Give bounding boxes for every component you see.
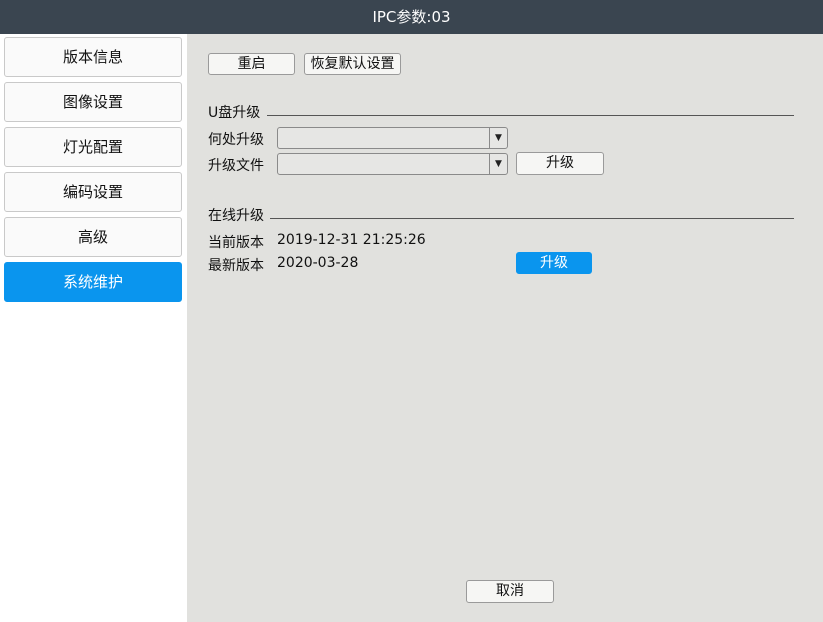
sidebar-item-version-info[interactable]: 版本信息	[4, 37, 182, 77]
online-upgrade-button[interactable]: 升级	[516, 252, 592, 274]
chevron-down-icon[interactable]: ▼	[489, 154, 507, 174]
sidebar-item-encoding-settings[interactable]: 编码设置	[4, 172, 182, 212]
upgrade-file-select[interactable]: ▼	[277, 153, 508, 175]
cancel-button[interactable]: 取消	[466, 580, 554, 603]
current-version-value: 2019-12-31 21:25:26	[277, 232, 426, 248]
online-upgrade-divider	[270, 218, 794, 219]
restore-defaults-button[interactable]: 恢复默认设置	[304, 53, 401, 75]
sidebar-item-image-settings[interactable]: 图像设置	[4, 82, 182, 122]
usb-upgrade-divider	[267, 115, 794, 116]
usb-upgrade-title: U盘升级	[208, 105, 261, 121]
chevron-down-icon[interactable]: ▼	[489, 128, 507, 148]
window-title: IPC参数:03	[0, 0, 823, 34]
sidebar-item-system-maintenance[interactable]: 系统维护	[4, 262, 182, 302]
sidebar-item-light-config[interactable]: 灯光配置	[4, 127, 182, 167]
usb-upgrade-button[interactable]: 升级	[516, 152, 604, 175]
restart-button[interactable]: 重启	[208, 53, 295, 75]
upgrade-file-label: 升级文件	[208, 158, 264, 174]
current-version-label: 当前版本	[208, 235, 264, 251]
latest-version-value: 2020-03-28	[277, 255, 359, 271]
main-panel: 重启 恢复默认设置 U盘升级 何处升级 ▼ 升级文件 ▼ 升级 在线升级 当前版…	[187, 34, 823, 622]
online-upgrade-title: 在线升级	[208, 208, 264, 224]
latest-version-label: 最新版本	[208, 258, 264, 274]
sidebar: 版本信息 图像设置 灯光配置 编码设置 高级 系统维护	[0, 34, 187, 622]
upgrade-location-select[interactable]: ▼	[277, 127, 508, 149]
sidebar-item-advanced[interactable]: 高级	[4, 217, 182, 257]
upgrade-location-label: 何处升级	[208, 132, 264, 148]
